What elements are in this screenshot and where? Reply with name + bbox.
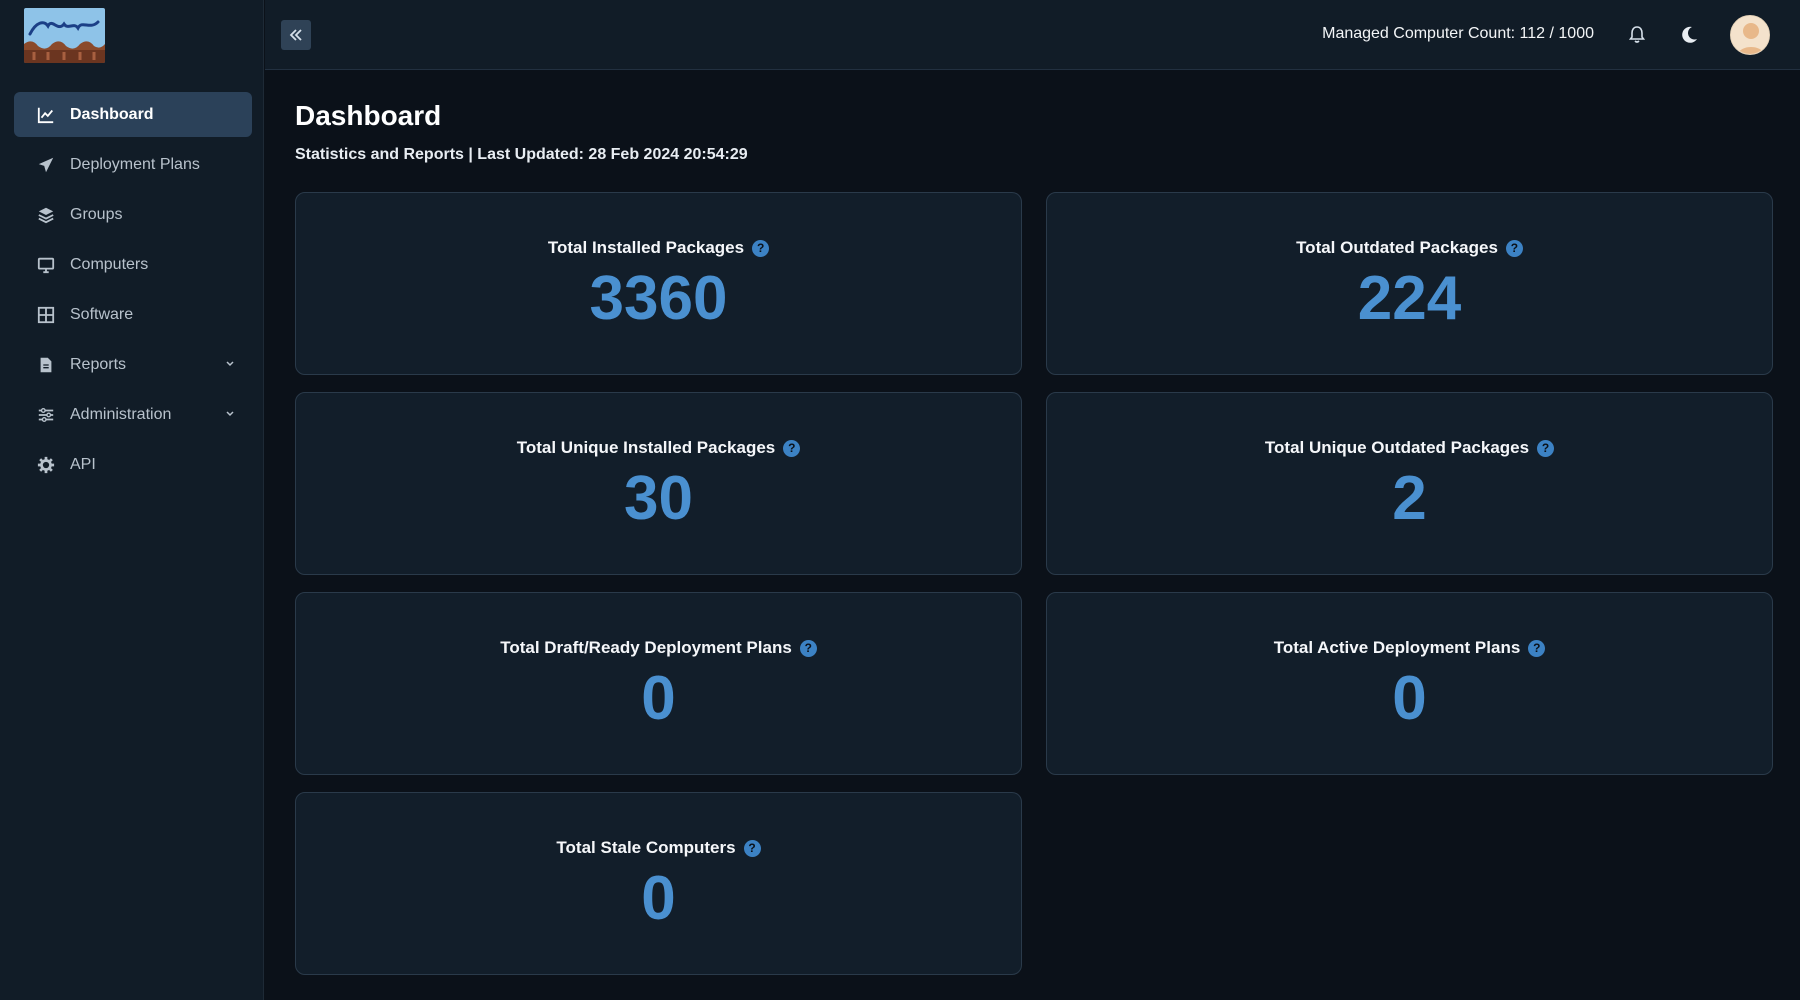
page-title: Dashboard xyxy=(295,100,442,131)
moon-icon[interactable] xyxy=(1678,24,1700,46)
card-title: Total Outdated Packages xyxy=(1296,238,1498,257)
card-title: Total Active Deployment Plans xyxy=(1273,638,1521,657)
stat-card-total-installed-packages[interactable]: Total Installed Packages ? 3360 xyxy=(295,192,1022,375)
page-subtitle: Statistics and Reports | Last Updated: 2… xyxy=(295,146,748,163)
sidebar-item-groups[interactable]: Groups xyxy=(14,192,252,237)
sidebar-item-reports[interactable]: Reports xyxy=(14,342,252,387)
sidebar-item-label: Groups xyxy=(70,205,123,223)
sidebar-item-label: API xyxy=(70,455,96,473)
sidebar-nav: Dashboard Deployment Plans Groups Comput… xyxy=(14,92,252,492)
user-avatar[interactable] xyxy=(1730,15,1770,55)
card-value: 3360 xyxy=(589,264,728,333)
managed-computer-count: Managed Computer Count: 112 / 1000 xyxy=(1322,25,1594,42)
stat-card-total-active-deployment-plans[interactable]: Total Active Deployment Plans ? 0 xyxy=(1046,592,1773,775)
double-chevron-left-icon xyxy=(289,29,302,41)
stat-card-total-unique-outdated-packages[interactable]: Total Unique Outdated Packages ? 2 xyxy=(1046,392,1773,575)
sidebar-item-dashboard[interactable]: Dashboard xyxy=(14,92,252,137)
card-title: Total Stale Computers xyxy=(556,838,736,857)
stat-card-total-outdated-packages[interactable]: Total Outdated Packages ? 224 xyxy=(1046,192,1773,375)
layers-icon xyxy=(36,205,56,225)
help-icon[interactable]: ? xyxy=(1528,639,1546,657)
sidebar-item-deployment-plans[interactable]: Deployment Plans xyxy=(14,142,252,187)
help-icon[interactable]: ? xyxy=(799,639,817,657)
card-title: Total Unique Outdated Packages xyxy=(1264,438,1530,457)
card-title: Total Installed Packages xyxy=(547,238,745,257)
sidebar-item-label: Computers xyxy=(70,255,149,273)
chocolatey-logo[interactable] xyxy=(24,8,105,63)
card-value: 30 xyxy=(624,464,693,533)
paper-plane-icon xyxy=(36,155,56,175)
card-value: 0 xyxy=(641,864,676,933)
sidebar-item-label: Software xyxy=(70,305,134,323)
collapse-sidebar-button[interactable] xyxy=(281,20,311,50)
sidebar-item-label: Deployment Plans xyxy=(70,155,200,173)
stats-cards: Total Installed Packages ? 3360 Total Ou… xyxy=(295,192,1773,975)
chart-line-icon xyxy=(36,105,56,125)
stat-card-total-draft-ready-deployment-plans[interactable]: Total Draft/Ready Deployment Plans ? 0 xyxy=(295,592,1022,775)
bell-icon[interactable] xyxy=(1627,24,1647,44)
card-value: 224 xyxy=(1357,264,1462,333)
card-title: Total Draft/Ready Deployment Plans xyxy=(500,638,792,657)
help-icon[interactable]: ? xyxy=(1537,439,1555,457)
top-bar: Managed Computer Count: 112 / 1000 xyxy=(265,0,1800,70)
sidebar-item-label: Administration xyxy=(70,405,172,423)
help-icon[interactable]: ? xyxy=(783,439,801,457)
sidebar: Dashboard Deployment Plans Groups Comput… xyxy=(0,0,264,1000)
main-content: Dashboard Statistics and Reports | Last … xyxy=(295,100,1773,975)
sidebar-item-administration[interactable]: Administration xyxy=(14,392,252,437)
report-icon xyxy=(36,355,56,375)
card-value: 0 xyxy=(1392,664,1427,733)
card-value: 0 xyxy=(641,664,676,733)
help-icon[interactable]: ? xyxy=(752,239,770,257)
help-icon[interactable]: ? xyxy=(743,839,761,857)
monitor-icon xyxy=(36,255,56,275)
stat-card-total-unique-installed-packages[interactable]: Total Unique Installed Packages ? 30 xyxy=(295,392,1022,575)
sidebar-item-software[interactable]: Software xyxy=(14,292,252,337)
chevron-down-icon[interactable] xyxy=(224,358,236,370)
sidebar-item-label: Dashboard xyxy=(70,105,154,123)
chevron-down-icon[interactable] xyxy=(224,408,236,420)
sliders-icon xyxy=(36,405,56,425)
stat-card-total-stale-computers[interactable]: Total Stale Computers ? 0 xyxy=(295,792,1022,975)
sidebar-item-label: Reports xyxy=(70,355,127,373)
card-value: 2 xyxy=(1392,464,1427,533)
gear-icon xyxy=(36,455,56,475)
sidebar-item-api[interactable]: API xyxy=(14,442,252,487)
grid-icon xyxy=(36,305,56,325)
help-icon[interactable]: ? xyxy=(1505,239,1523,257)
sidebar-item-computers[interactable]: Computers xyxy=(14,242,252,287)
card-title: Total Unique Installed Packages xyxy=(516,438,776,457)
